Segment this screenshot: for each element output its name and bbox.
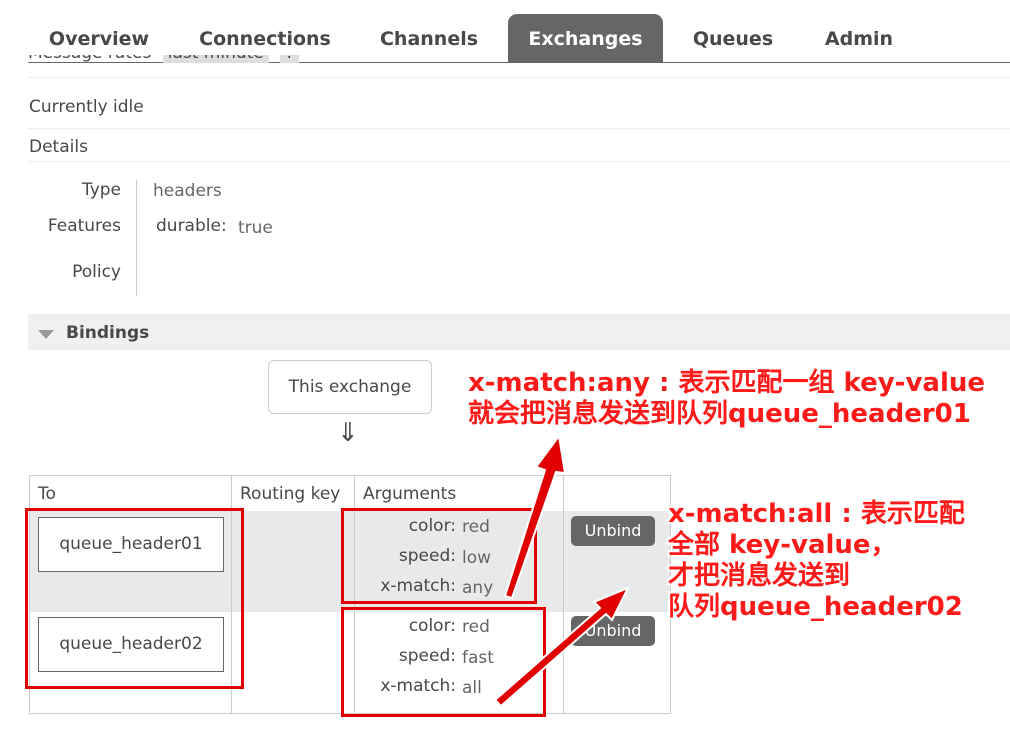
- annotation-any: x-match:any : 表示匹配一组 key-value 就会把消息发送到队…: [468, 368, 985, 430]
- annotation-line: x-match:all : 表示匹配: [668, 499, 965, 529]
- annotation-line: x-match:any : 表示匹配一组 key-value: [468, 368, 986, 398]
- arrow-all-icon: [493, 586, 631, 708]
- annotation-all: x-match:all : 表示匹配 全部 key-value， 才把消息发送到…: [668, 499, 965, 623]
- annotation-line: 就会把消息发送到队列queue_header01: [468, 399, 971, 429]
- annotation-line: 全部 key-value，: [668, 530, 897, 560]
- annotation-line: 队列queue_header02: [668, 592, 963, 622]
- annotation-line: 才把消息发送到: [668, 561, 851, 591]
- arrow-any-icon: [503, 433, 567, 600]
